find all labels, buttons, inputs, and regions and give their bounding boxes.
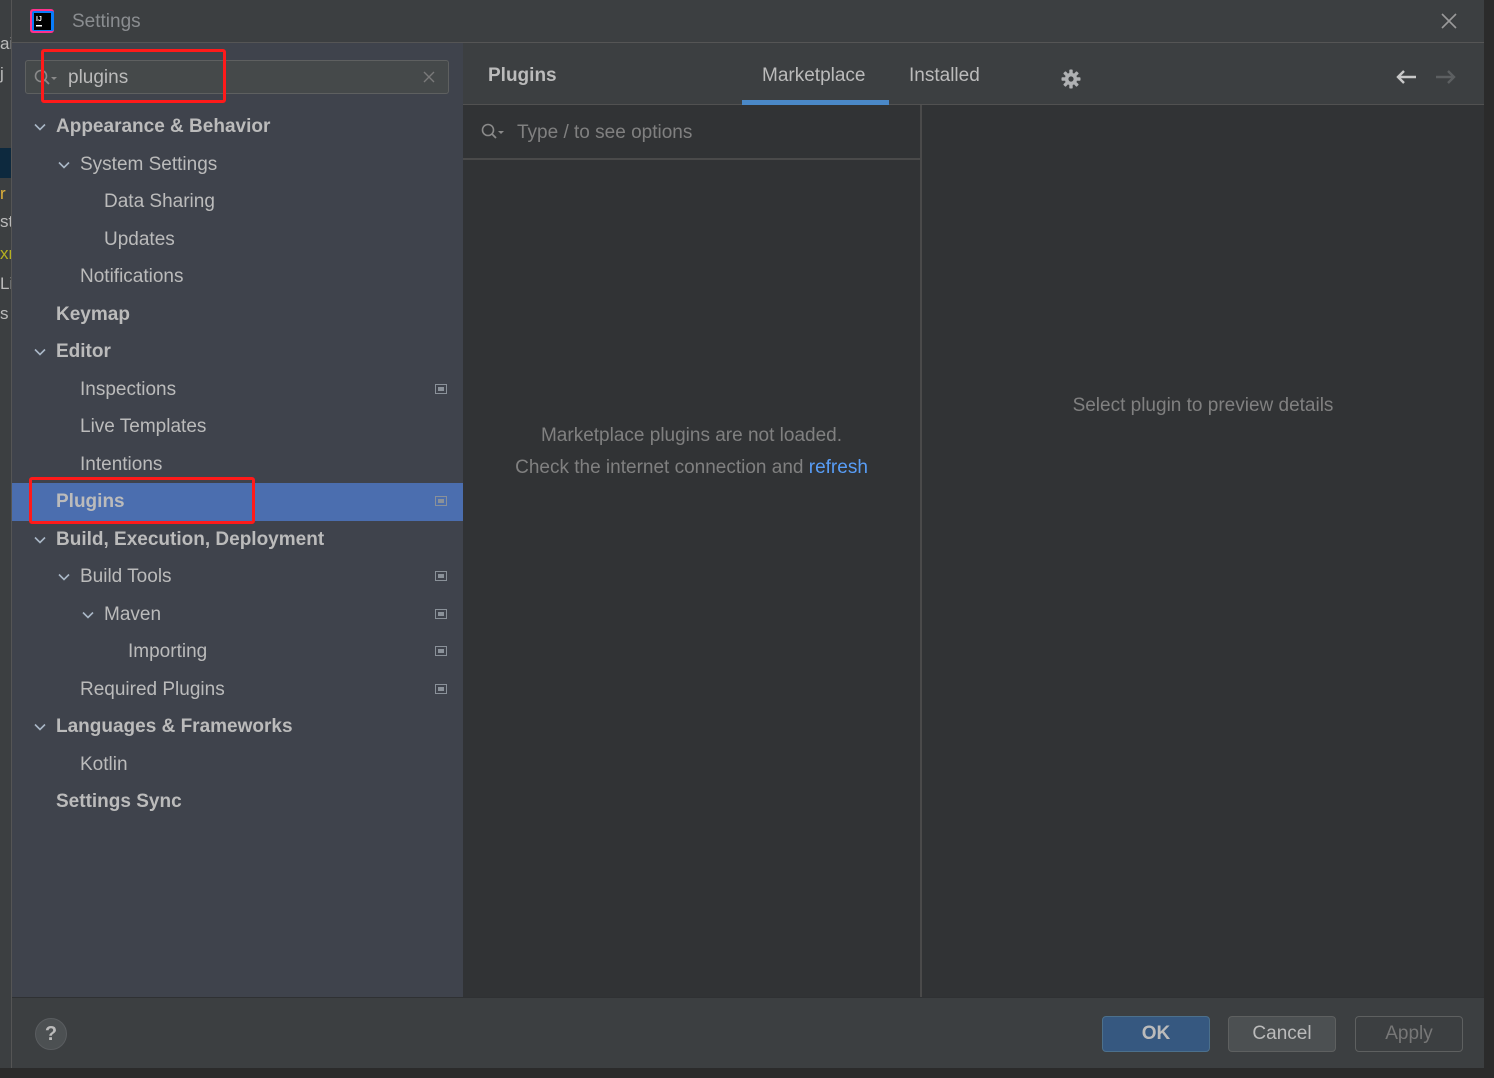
tree-item-kotlin[interactable]: Kotlin <box>12 746 463 784</box>
tree-item-maven[interactable]: Maven <box>12 596 463 634</box>
tree-item-label: Intentions <box>80 453 163 475</box>
settings-tree: Appearance & Behavior System Settings Data… <box>12 108 463 821</box>
project-level-icon <box>435 496 447 506</box>
project-level-icon <box>435 383 447 394</box>
plugin-search-field[interactable] <box>463 105 920 160</box>
settings-search-field[interactable] <box>25 60 449 94</box>
tree-item-keymap[interactable]: Keymap <box>12 296 463 334</box>
tree-item-build-tools[interactable]: Build Tools <box>12 558 463 596</box>
arrow-right-icon <box>1436 70 1456 84</box>
project-level-icon <box>435 683 447 694</box>
tree-item-appearance-behavior[interactable]: Appearance & Behavior <box>12 108 463 146</box>
close-icon[interactable] <box>1438 10 1460 32</box>
tree-item-settings-sync[interactable]: Settings Sync <box>12 783 463 821</box>
tree-item-label: Notifications <box>80 266 184 287</box>
chevron-down-icon[interactable] <box>82 609 94 621</box>
tree-item-importing[interactable]: Importing <box>12 633 463 671</box>
tree-item-label: Live Templates <box>80 416 207 437</box>
tree-item-label: Importing <box>128 641 208 662</box>
ok-button[interactable]: OK <box>1102 1016 1210 1052</box>
plugin-search-input[interactable] <box>515 119 899 147</box>
plugins-panel: Plugins Marketplace Installed Type / to … <box>463 43 1484 997</box>
apply-button[interactable]: Apply <box>1355 1016 1463 1052</box>
details-placeholder: Select plugin to preview details <box>1072 395 1334 416</box>
project-level-icon <box>435 608 447 619</box>
tree-item-label: Settings Sync <box>56 791 182 812</box>
tree-item-label: Inspections <box>80 378 177 400</box>
background-ide-bottom <box>0 1068 1494 1078</box>
settings-sidebar: Appearance & Behavior System Settings Data… <box>12 43 463 997</box>
tree-item-label: Plugins <box>56 491 125 512</box>
search-icon[interactable] <box>481 123 507 141</box>
tree-item-label: Languages & Frameworks <box>56 716 293 737</box>
project-level-icon <box>435 571 447 581</box>
tree-item-build-execution-deployment[interactable]: Build, Execution, Deployment <box>12 521 463 559</box>
gear-icon[interactable] <box>1061 69 1081 89</box>
chevron-down-icon[interactable] <box>34 534 46 546</box>
background-text: r <box>0 184 6 203</box>
chevron-down-icon[interactable] <box>34 346 46 358</box>
tab-marketplace[interactable]: Marketplace <box>762 65 866 87</box>
tree-item-live-templates[interactable]: Live Templates <box>12 408 463 446</box>
intellij-logo-icon: IJ <box>30 9 54 33</box>
dialog-footer: ? OK Cancel Apply <box>12 997 1484 1068</box>
tree-item-system-settings[interactable]: System Settings <box>12 146 463 184</box>
tree-item-label: Updates <box>104 228 175 250</box>
tree-item-editor[interactable]: Editor <box>12 333 463 371</box>
settings-dialog: IJ Settings Appearance & Behavior System … <box>11 0 1484 1068</box>
search-icon[interactable] <box>34 69 60 87</box>
tree-item-languages-frameworks[interactable]: Languages & Frameworks <box>12 708 463 746</box>
page-title: Plugins <box>488 65 557 86</box>
tree-item-label: Required Plugins <box>80 678 225 700</box>
tree-item-intentions[interactable]: Intentions <box>12 446 463 484</box>
search-input[interactable] <box>66 65 410 91</box>
refresh-link[interactable]: refresh <box>809 457 868 478</box>
background-text: s <box>0 304 9 323</box>
marketplace-empty-message: Marketplace plugins are not loaded. Chec… <box>463 420 920 484</box>
clear-search-icon[interactable] <box>422 70 436 84</box>
tab-installed[interactable]: Installed <box>909 65 980 87</box>
tree-item-data-sharing[interactable]: Data Sharing <box>12 183 463 221</box>
tree-item-required-plugins[interactable]: Required Plugins <box>12 671 463 709</box>
tree-item-label: Kotlin <box>80 753 128 775</box>
arrow-left-icon[interactable] <box>1395 69 1417 85</box>
tree-item-label: Build Tools <box>80 566 172 587</box>
project-level-icon <box>435 646 447 656</box>
dialog-title: Settings <box>72 11 141 32</box>
plugin-list: Marketplace plugins are not loaded. Chec… <box>463 105 922 997</box>
tree-item-plugins[interactable]: Plugins <box>12 483 463 521</box>
chevron-down-icon[interactable] <box>34 721 46 733</box>
empty-message-line2: Check the internet connection and refres… <box>463 452 920 484</box>
svg-text:IJ: IJ <box>36 16 42 23</box>
chevron-down-icon[interactable] <box>58 571 70 583</box>
tree-item-updates[interactable]: Updates <box>12 221 463 259</box>
title-bar: IJ Settings <box>12 0 1484 43</box>
help-button[interactable]: ? <box>35 1018 67 1050</box>
cancel-button[interactable]: Cancel <box>1228 1016 1336 1052</box>
plugins-header: Plugins Marketplace Installed <box>463 43 1484 105</box>
chevron-down-icon[interactable] <box>58 159 70 171</box>
tree-item-inspections[interactable]: Inspections <box>12 371 463 409</box>
tree-item-label: Maven <box>104 603 162 625</box>
tree-item-notifications[interactable]: Notifications <box>12 258 463 296</box>
empty-message-text: Check the internet connection and <box>515 457 804 478</box>
tree-item-label: Appearance & Behavior <box>56 116 271 137</box>
plugin-details-panel: Select plugin to preview details <box>922 105 1484 997</box>
tree-item-label: Data Sharing <box>104 191 215 212</box>
tree-item-label: Editor <box>56 341 111 362</box>
chevron-down-icon[interactable] <box>34 121 46 133</box>
background-text: j <box>0 64 4 83</box>
tree-item-label: Keymap <box>56 303 130 325</box>
empty-message-line1: Marketplace plugins are not loaded. <box>540 425 843 446</box>
tree-item-label: System Settings <box>80 153 218 175</box>
tree-item-label: Build, Execution, Deployment <box>56 528 325 550</box>
